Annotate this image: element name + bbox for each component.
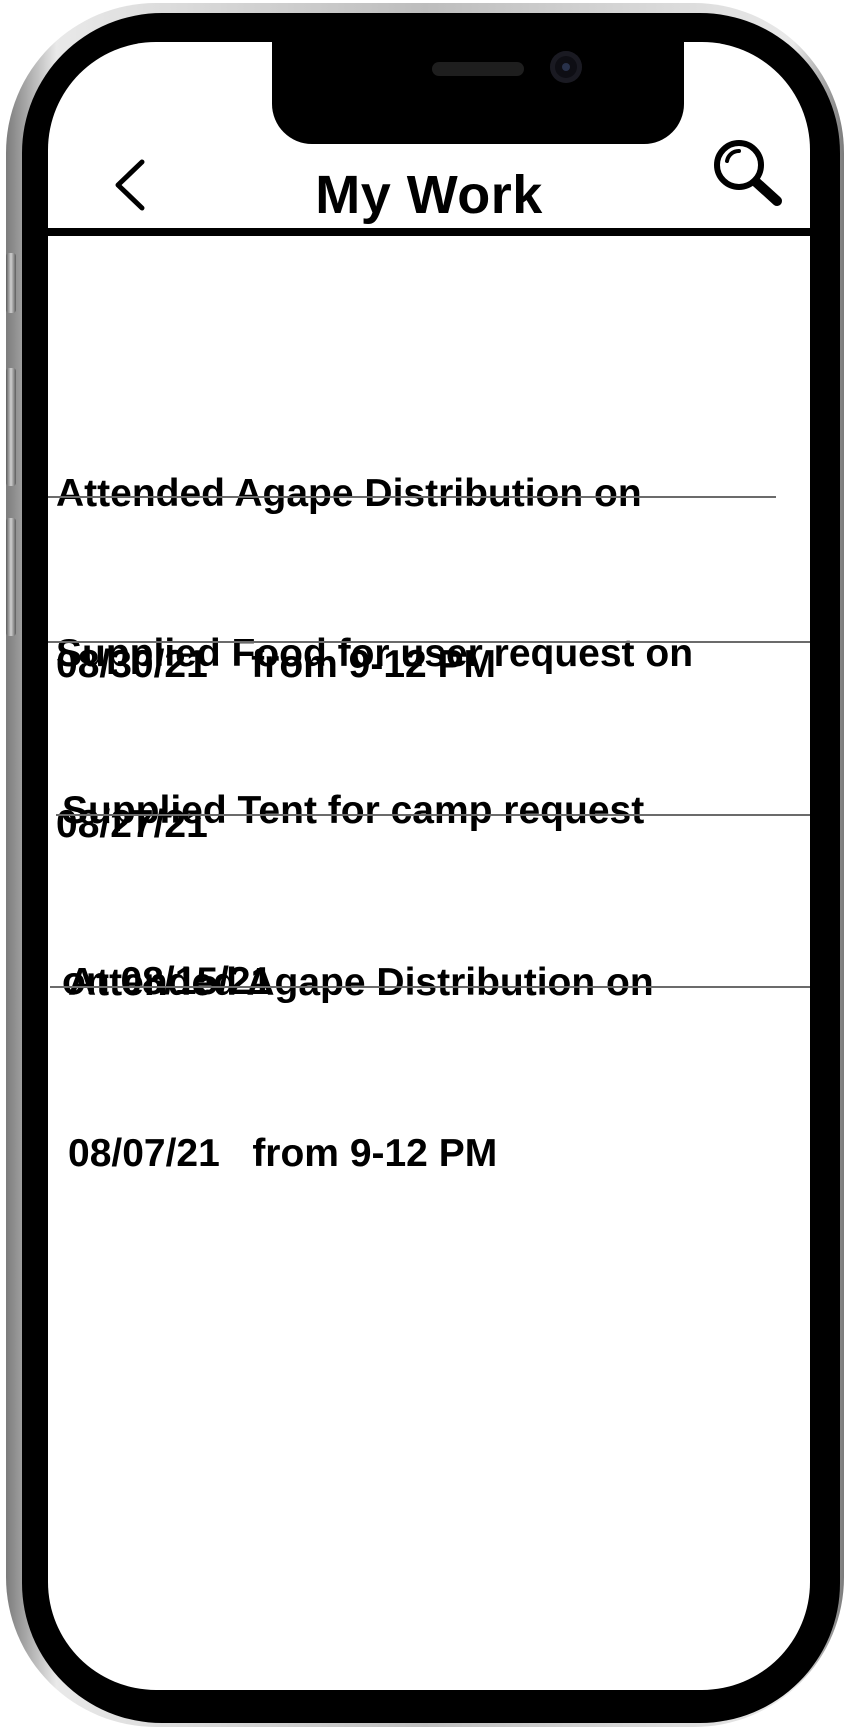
list-item-line: Attended Agape Distribution on [68, 961, 654, 1004]
notch [272, 42, 684, 144]
list-item[interactable]: Attended Agape Distribution on 08/07/21 … [68, 840, 654, 1296]
list-divider [48, 641, 810, 643]
list-item-line: 08/07/21 from 9-12 PM [68, 1132, 498, 1175]
volume-up-button [6, 368, 16, 486]
list-divider [50, 986, 810, 988]
header-divider [48, 228, 810, 236]
speaker-grille [432, 62, 524, 76]
list-item-line: Supplied Tent for camp request [62, 789, 645, 832]
list-divider [56, 814, 810, 816]
volume-down-button [6, 518, 16, 636]
list-divider [48, 496, 776, 498]
front-camera [550, 51, 582, 83]
search-button[interactable] [704, 130, 790, 216]
mute-switch [6, 253, 16, 313]
phone-screen: My Work Attended Agape Distribution on 0… [48, 42, 810, 1690]
page-title: My Work [315, 165, 543, 225]
search-icon [714, 140, 782, 206]
